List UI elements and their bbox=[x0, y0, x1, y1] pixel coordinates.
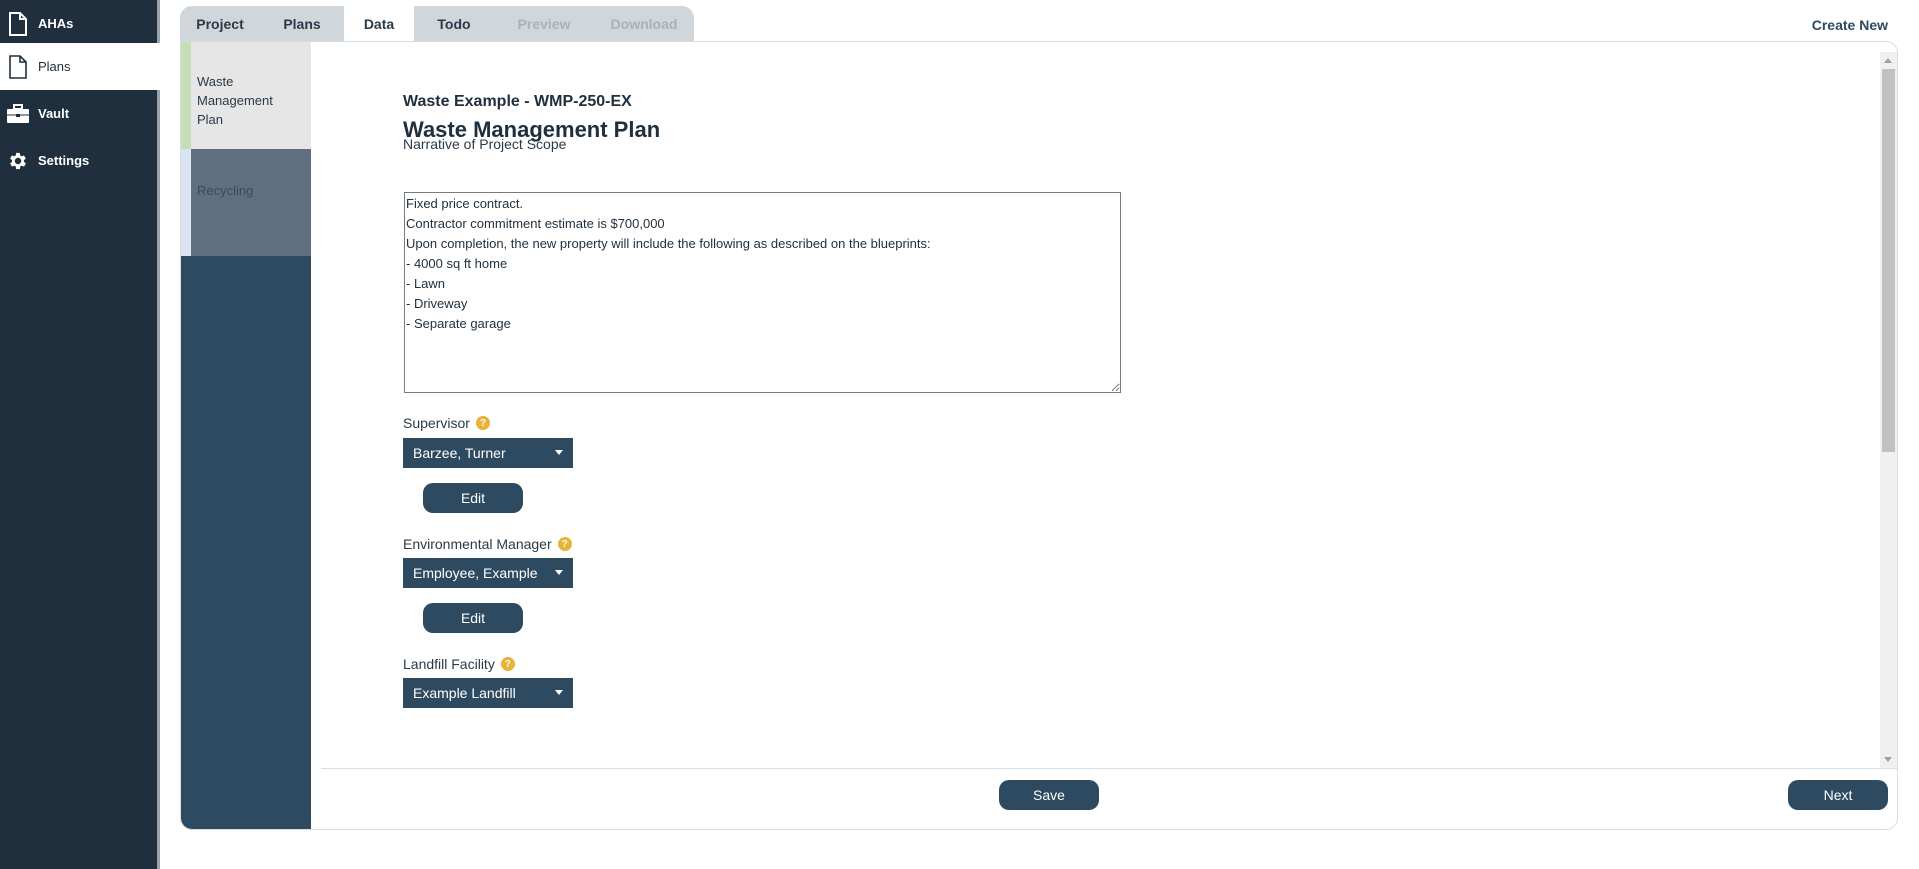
sidebar-item-label: Settings bbox=[38, 153, 90, 168]
next-button[interactable]: Next bbox=[1788, 780, 1888, 810]
help-icon[interactable]: ? bbox=[557, 537, 572, 551]
subnav-item-waste-management-plan[interactable]: Waste Management Plan bbox=[181, 42, 311, 149]
save-button[interactable]: Save bbox=[999, 780, 1099, 810]
scroll-up-arrow-icon[interactable] bbox=[1884, 58, 1892, 63]
help-icon[interactable]: ? bbox=[500, 657, 515, 671]
environmental-manager-selected-value: Employee, Example bbox=[413, 565, 538, 581]
tab-project[interactable]: Project bbox=[180, 6, 260, 41]
create-new-link[interactable]: Create New bbox=[1812, 17, 1888, 33]
content-scrollbar[interactable] bbox=[1880, 52, 1897, 768]
document-icon bbox=[6, 11, 30, 36]
footer-divider bbox=[321, 768, 1897, 769]
chevron-down-icon bbox=[555, 570, 563, 575]
narrative-label-text: Narrative of Project Scope bbox=[403, 136, 567, 152]
chevron-down-icon bbox=[555, 690, 563, 695]
narrative-label: Narrative of Project Scope bbox=[403, 136, 566, 152]
tab-data[interactable]: Data bbox=[344, 6, 414, 41]
document-icon bbox=[6, 54, 30, 79]
tab-bar: Project Plans Data Todo Preview Download bbox=[180, 6, 694, 41]
supervisor-selected-value: Barzee, Turner bbox=[413, 445, 506, 461]
chevron-down-icon bbox=[555, 450, 563, 455]
subnav-item-recycling[interactable]: Recycling bbox=[181, 149, 311, 256]
active-indicator bbox=[181, 42, 191, 149]
main-sidebar: AHAs Plans Vault Settings bbox=[0, 0, 160, 869]
landfill-facility-select[interactable]: Example Landfill bbox=[403, 678, 573, 708]
toolbox-icon bbox=[6, 102, 30, 126]
help-icon[interactable]: ? bbox=[475, 416, 490, 430]
form-content: Waste Example - WMP-250-EX Waste Managem… bbox=[311, 42, 1880, 768]
landfill-facility-selected-value: Example Landfill bbox=[413, 685, 516, 701]
sidebar-item-label: Vault bbox=[38, 106, 70, 121]
landfill-facility-label-text: Landfill Facility bbox=[403, 656, 495, 672]
tab-preview: Preview bbox=[517, 15, 571, 32]
gear-icon bbox=[6, 149, 30, 173]
indicator bbox=[181, 149, 191, 256]
scroll-down-arrow-icon[interactable] bbox=[1884, 757, 1892, 762]
plan-editor-card: Waste Management Plan Recycling Waste Ex… bbox=[180, 41, 1898, 830]
section-subnav: Waste Management Plan Recycling bbox=[181, 42, 311, 829]
sidebar-item-label: Plans bbox=[38, 59, 71, 74]
environmental-manager-label-text: Environmental Manager bbox=[403, 536, 552, 552]
environmental-manager-select[interactable]: Employee, Example bbox=[403, 558, 573, 588]
tab-download: Download bbox=[610, 15, 678, 32]
supervisor-label-text: Supervisor bbox=[403, 415, 470, 431]
edit-supervisor-button[interactable]: Edit bbox=[423, 483, 523, 513]
environmental-manager-label: Environmental Manager ? bbox=[403, 536, 572, 552]
tab-todo[interactable]: Todo bbox=[414, 6, 494, 41]
sidebar-item-vault[interactable]: Vault bbox=[0, 90, 160, 137]
supervisor-label: Supervisor ? bbox=[403, 415, 490, 431]
subnav-item-label: Waste Management Plan bbox=[197, 74, 273, 127]
plan-subtitle: Waste Example - WMP-250-EX bbox=[403, 93, 632, 110]
sidebar-item-label: AHAs bbox=[38, 16, 74, 31]
subnav-item-label: Recycling bbox=[197, 183, 254, 198]
tab-plans[interactable]: Plans bbox=[260, 6, 344, 41]
scrollbar-thumb[interactable] bbox=[1882, 69, 1895, 452]
supervisor-select[interactable]: Barzee, Turner bbox=[403, 438, 573, 468]
sidebar-item-plans[interactable]: Plans bbox=[0, 43, 160, 90]
sidebar-item-settings[interactable]: Settings bbox=[0, 137, 160, 184]
edit-environmental-manager-button[interactable]: Edit bbox=[423, 603, 523, 633]
sidebar-item-ahas[interactable]: AHAs bbox=[0, 0, 160, 47]
landfill-facility-label: Landfill Facility ? bbox=[403, 656, 515, 672]
narrative-textarea[interactable]: Fixed price contract. Contractor commitm… bbox=[404, 192, 1121, 393]
